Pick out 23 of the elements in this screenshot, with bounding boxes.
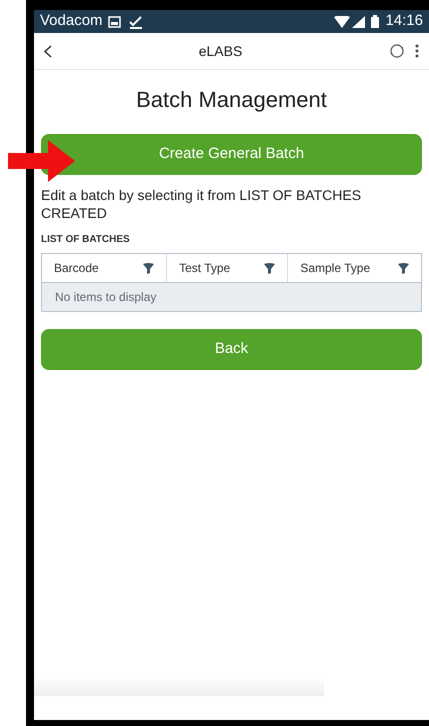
page-title: Batch Management (135, 86, 328, 114)
instruction-text: Edit a batch by selecting it from LIST OF BATCHES CREATED (41, 186, 362, 222)
more-icon[interactable] (415, 44, 419, 58)
filter-icon[interactable] (143, 262, 154, 274)
column-label: Barcode (54, 260, 100, 277)
signal-icon (352, 16, 366, 28)
back-button[interactable]: Back (41, 329, 422, 370)
create-batch-button[interactable]: Create General Batch (41, 134, 422, 175)
check-icon (128, 14, 143, 28)
empty-message: No items to display (42, 283, 421, 311)
list-heading: LIST OF BATCHES (41, 233, 131, 247)
battery-icon (371, 15, 380, 28)
app-title: eLABS (198, 42, 244, 60)
filter-icon[interactable] (398, 262, 409, 274)
carrier-text: Vodacom (40, 11, 103, 32)
column-label: Sample Type (300, 260, 372, 277)
column-label: Test Type (179, 260, 232, 277)
refresh-icon[interactable] (389, 43, 405, 59)
filter-icon[interactable] (264, 262, 276, 274)
arrow-icon (8, 140, 75, 182)
wifi-icon (334, 16, 350, 28)
image-icon (108, 16, 121, 28)
clock-text: 14:16 (385, 11, 423, 32)
